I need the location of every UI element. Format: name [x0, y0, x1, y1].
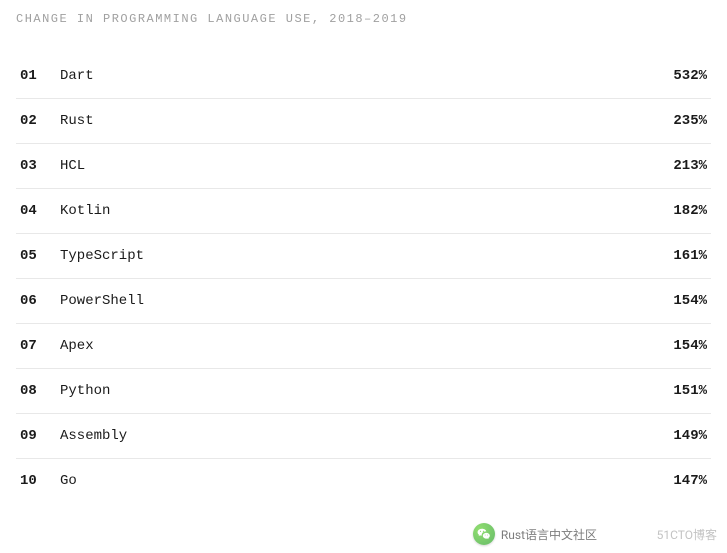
rank-cell: 04: [20, 203, 60, 219]
rank-cell: 09: [20, 428, 60, 444]
rank-cell: 03: [20, 158, 60, 174]
table-container: CHANGE IN PROGRAMMING LANGUAGE USE, 2018…: [0, 0, 727, 503]
language-cell: PowerShell: [60, 293, 673, 309]
watermark-wechat: Rust语言中文社区: [473, 523, 597, 545]
language-cell: HCL: [60, 158, 673, 174]
language-cell: Kotlin: [60, 203, 673, 219]
table-row: 09Assembly149%: [16, 414, 711, 459]
percent-cell: 154%: [673, 293, 707, 309]
rank-cell: 01: [20, 68, 60, 84]
percent-cell: 213%: [673, 158, 707, 174]
table-body: 01Dart532%02Rust235%03HCL213%04Kotlin182…: [16, 54, 711, 503]
percent-cell: 532%: [673, 68, 707, 84]
language-cell: Assembly: [60, 428, 673, 444]
rank-cell: 10: [20, 473, 60, 489]
percent-cell: 154%: [673, 338, 707, 354]
table-row: 02Rust235%: [16, 99, 711, 144]
table-row: 01Dart532%: [16, 54, 711, 99]
language-cell: Python: [60, 383, 673, 399]
table-row: 06PowerShell154%: [16, 279, 711, 324]
wechat-icon: [473, 523, 495, 545]
table-row: 07Apex154%: [16, 324, 711, 369]
language-cell: Rust: [60, 113, 673, 129]
percent-cell: 151%: [673, 383, 707, 399]
percent-cell: 182%: [673, 203, 707, 219]
language-cell: Apex: [60, 338, 673, 354]
language-cell: TypeScript: [60, 248, 673, 264]
rank-cell: 02: [20, 113, 60, 129]
rank-cell: 07: [20, 338, 60, 354]
watermark-wechat-text: Rust语言中文社区: [501, 526, 597, 543]
language-cell: Go: [60, 473, 673, 489]
percent-cell: 161%: [673, 248, 707, 264]
rank-cell: 05: [20, 248, 60, 264]
percent-cell: 235%: [673, 113, 707, 129]
percent-cell: 149%: [673, 428, 707, 444]
table-row: 08Python151%: [16, 369, 711, 414]
table-row: 04Kotlin182%: [16, 189, 711, 234]
rank-cell: 06: [20, 293, 60, 309]
table-title: CHANGE IN PROGRAMMING LANGUAGE USE, 2018…: [16, 12, 711, 26]
table-row: 03HCL213%: [16, 144, 711, 189]
table-row: 10Go147%: [16, 459, 711, 503]
table-row: 05TypeScript161%: [16, 234, 711, 279]
rank-cell: 08: [20, 383, 60, 399]
language-cell: Dart: [60, 68, 673, 84]
percent-cell: 147%: [673, 473, 707, 489]
watermark-source: 51CTO博客: [657, 526, 717, 543]
